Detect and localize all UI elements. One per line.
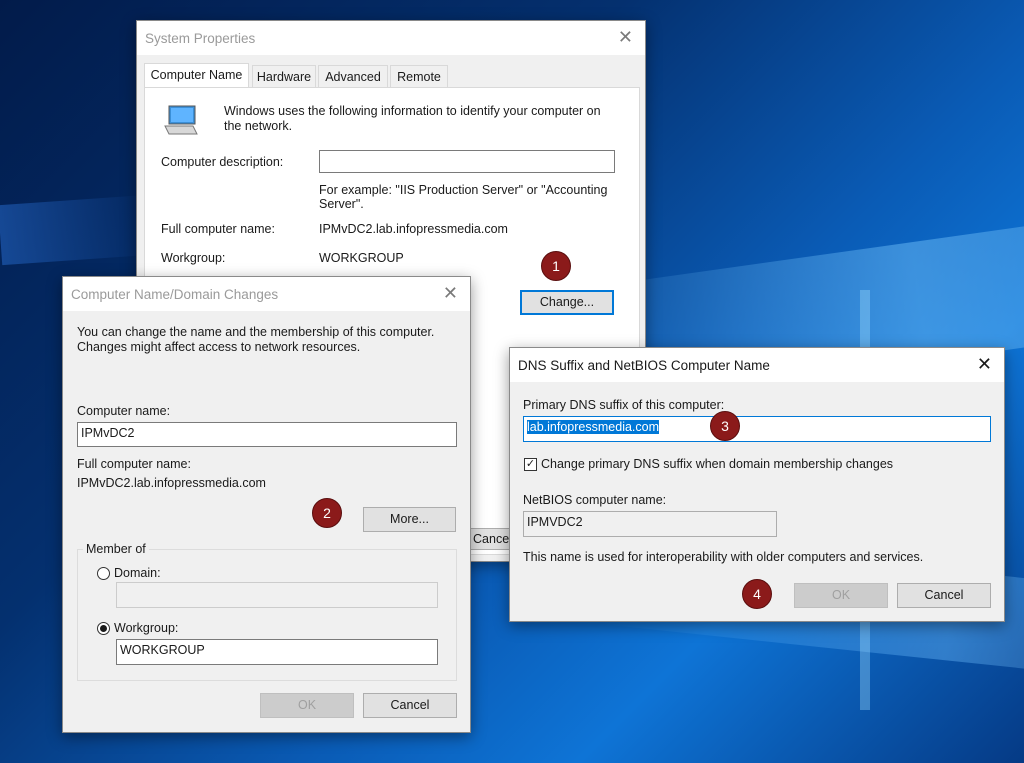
cancel-button[interactable]: Cancel <box>363 693 457 718</box>
tab-remote[interactable]: Remote <box>390 65 448 87</box>
close-icon[interactable]: ✕ <box>618 28 633 46</box>
primary-dns-suffix-label: Primary DNS suffix of this computer: <box>523 398 725 412</box>
step-badge-4: 4 <box>742 579 772 609</box>
netbios-name-label: NetBIOS computer name: <box>523 493 667 507</box>
netbios-name-field[interactable]: IPMVDC2 <box>523 511 777 537</box>
computer-description-field[interactable] <box>319 150 615 173</box>
close-icon[interactable]: ✕ <box>443 284 458 302</box>
domain-radio[interactable] <box>97 567 110 580</box>
dialog-title: System Properties <box>145 31 256 46</box>
tab-advanced[interactable]: Advanced <box>318 65 388 87</box>
interoperability-note: This name is used for interoperability w… <box>523 550 924 564</box>
step-badge-3: 3 <box>710 411 740 441</box>
system-properties-titlebar: System Properties ✕ <box>137 21 645 55</box>
dns-suffix-titlebar: DNS Suffix and NetBIOS Computer Name ✕ <box>510 348 1004 382</box>
computer-name-field[interactable]: IPMvDC2 <box>77 422 457 447</box>
workgroup-value: WORKGROUP <box>319 251 404 265</box>
workgroup-label[interactable]: Workgroup: <box>114 621 178 635</box>
full-computer-name-value: IPMvDC2.lab.infopressmedia.com <box>319 222 508 236</box>
full-computer-name-value: IPMvDC2.lab.infopressmedia.com <box>77 476 266 490</box>
computer-name-label: Computer name: <box>77 404 171 418</box>
workgroup-label: Workgroup: <box>161 251 226 265</box>
change-dns-suffix-checkbox[interactable]: ✓ <box>524 458 537 471</box>
ok-button[interactable]: OK <box>260 693 354 718</box>
intro-text: Windows uses the following information t… <box>224 104 601 133</box>
member-of-label: Member of <box>83 542 149 556</box>
more-button[interactable]: More... <box>363 507 456 532</box>
name-changes-dialog: Computer Name/Domain Changes ✕ You can c… <box>62 276 471 733</box>
intro-text: You can change the name and the membersh… <box>77 325 435 354</box>
example-text: For example: "IIS Production Server" or … <box>319 183 608 211</box>
workgroup-field[interactable]: WORKGROUP <box>116 639 438 665</box>
domain-field[interactable] <box>116 582 438 608</box>
wallpaper-light-beam <box>0 194 152 266</box>
full-computer-name-label: Full computer name: <box>161 222 275 236</box>
step-badge-1: 1 <box>541 251 571 281</box>
domain-label[interactable]: Domain: <box>114 566 161 580</box>
change-dns-suffix-label[interactable]: Change primary DNS suffix when domain me… <box>541 457 893 471</box>
dialog-title: Computer Name/Domain Changes <box>71 287 279 302</box>
computer-description-label: Computer description: <box>161 155 284 169</box>
workgroup-radio[interactable] <box>97 622 110 635</box>
name-changes-titlebar: Computer Name/Domain Changes ✕ <box>63 277 470 311</box>
close-icon[interactable]: ✕ <box>977 355 992 373</box>
step-badge-2: 2 <box>312 498 342 528</box>
primary-dns-suffix-value: lab.infopressmedia.com <box>527 420 660 434</box>
change-button[interactable]: Change... <box>520 290 614 315</box>
primary-dns-suffix-field[interactable]: lab.infopressmedia.com <box>523 416 991 442</box>
cancel-button[interactable]: Cancel <box>897 583 991 608</box>
tab-computer-name[interactable]: Computer Name <box>144 63 249 87</box>
full-computer-name-label: Full computer name: <box>77 457 191 471</box>
dialog-title: DNS Suffix and NetBIOS Computer Name <box>518 358 770 373</box>
tab-strip: Computer Name Hardware Advanced Remote <box>144 63 638 89</box>
ok-button[interactable]: OK <box>794 583 888 608</box>
computer-icon <box>163 104 199 141</box>
tab-hardware[interactable]: Hardware <box>252 65 316 87</box>
